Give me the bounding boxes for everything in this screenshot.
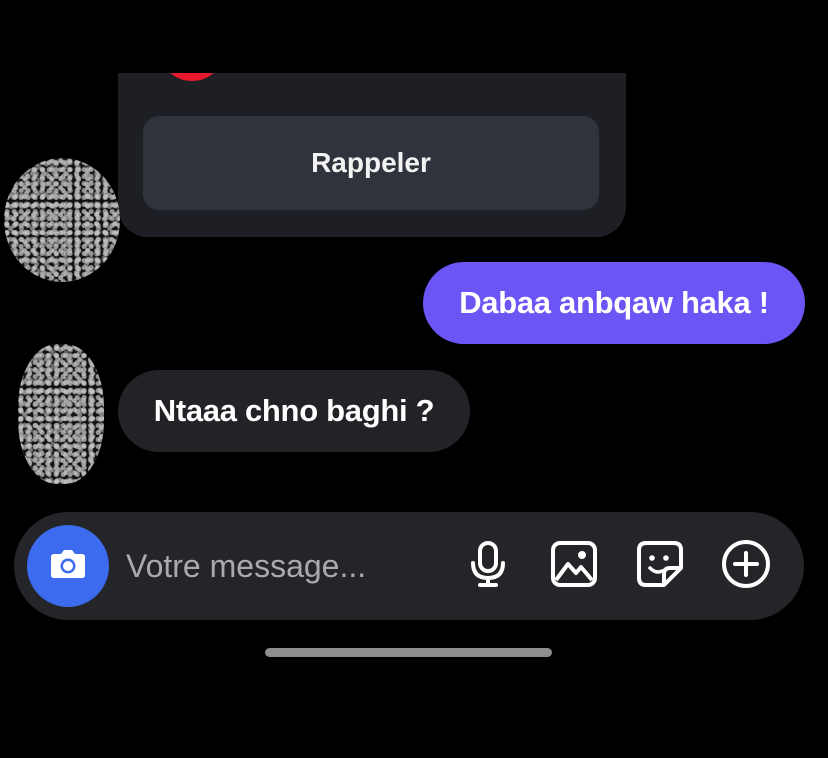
message-composer bbox=[14, 512, 804, 620]
home-indicator[interactable] bbox=[265, 648, 552, 657]
gallery-button[interactable] bbox=[548, 540, 600, 592]
contact-avatar[interactable] bbox=[18, 344, 104, 484]
call-card: Rappeler bbox=[118, 73, 626, 237]
message-input[interactable] bbox=[126, 542, 446, 590]
sticker-button[interactable] bbox=[634, 540, 686, 592]
plus-icon bbox=[721, 539, 771, 594]
camera-icon bbox=[48, 547, 88, 586]
image-icon bbox=[550, 540, 598, 593]
contact-avatar[interactable] bbox=[4, 158, 120, 282]
more-options-button[interactable] bbox=[720, 539, 772, 594]
camera-button[interactable] bbox=[27, 525, 109, 607]
outgoing-message-bubble[interactable]: Dabaa anbqaw haka ! bbox=[423, 262, 805, 344]
call-status-icon bbox=[162, 73, 222, 81]
sticker-icon bbox=[636, 540, 684, 593]
recall-button[interactable]: Rappeler bbox=[143, 116, 599, 210]
microphone-icon bbox=[468, 540, 508, 593]
microphone-button[interactable] bbox=[462, 540, 514, 592]
incoming-message-bubble[interactable]: Ntaaa chno baghi ? bbox=[118, 370, 470, 452]
